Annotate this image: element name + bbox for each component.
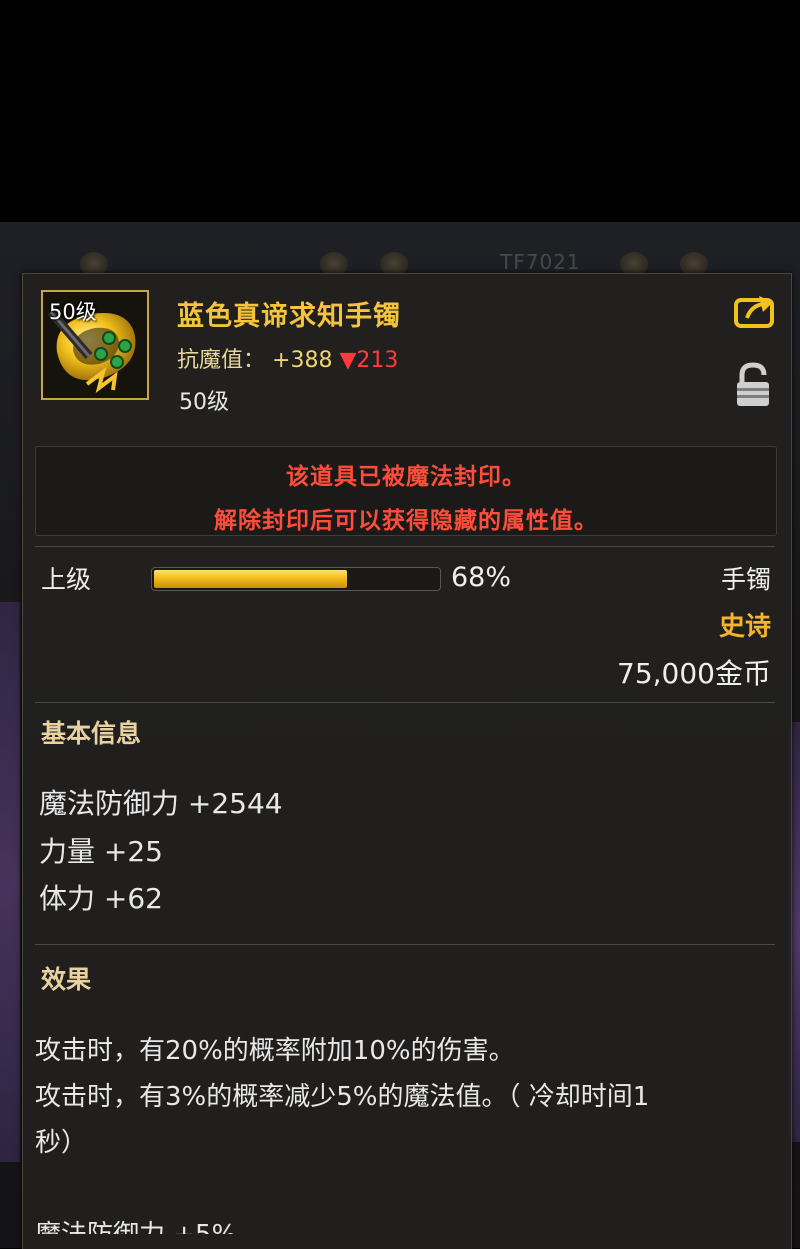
item-type: 手镯 xyxy=(720,565,771,594)
item-tooltip-panel: 50级 蓝色真谛求知手镯 抗魔值： +388 ▼213 50级 该道具已被魔法封… xyxy=(22,273,792,1249)
item-level-text: 50级 xyxy=(179,390,229,415)
basic-info-title: 基本信息 xyxy=(41,719,142,748)
grade-label: 上级 xyxy=(41,565,92,594)
effect-line-3: 秒） xyxy=(35,1128,88,1158)
lock-icon[interactable] xyxy=(733,362,773,408)
item-bracelet-icon[interactable]: 50级 xyxy=(41,290,149,400)
bg-glow-left xyxy=(0,602,20,1162)
item-rarity: 史诗 xyxy=(718,612,771,642)
divider xyxy=(35,702,775,703)
effect-line-2: 攻击时，有3%的概率减少5%的魔法值。（ 冷却时间1 xyxy=(35,1082,650,1112)
stat-strength: 力量 +25 xyxy=(39,835,163,868)
share-icon[interactable] xyxy=(733,292,777,332)
seal-line-1: 该道具已被魔法封印。 xyxy=(286,464,526,490)
resist-label: 抗魔值： xyxy=(177,348,266,373)
bg-hud-text: TF7021 xyxy=(500,250,581,274)
grade-percent: 68% xyxy=(451,562,512,593)
effect-cutoff-line: 魔法防御力 +5% xyxy=(35,1214,236,1234)
resist-line: 抗魔值： +388 ▼213 xyxy=(177,342,398,374)
stat-vitality: 体力 +62 xyxy=(39,882,163,915)
divider xyxy=(35,944,775,945)
stat-magic-defense: 魔法防御力 +2544 xyxy=(39,787,283,820)
resist-down-value: 213 xyxy=(356,348,399,373)
item-name: 蓝色真谛求知手镯 xyxy=(177,301,401,332)
seal-line-2: 解除封印后可以获得隐藏的属性值。 xyxy=(214,508,598,534)
top-black-area xyxy=(0,0,800,222)
seal-notice: 该道具已被魔法封印。 解除封印后可以获得隐藏的属性值。 xyxy=(35,446,777,536)
down-arrow-icon: ▼ xyxy=(339,348,357,373)
grade-progress-fill xyxy=(154,570,348,588)
resist-value: +388 xyxy=(272,348,333,373)
effects-title: 效果 xyxy=(41,965,92,994)
effect-line-1: 攻击时，有20%的概率附加10%的伤害。 xyxy=(35,1036,515,1066)
grade-progress-bar xyxy=(151,567,441,591)
item-level-badge: 50级 xyxy=(49,300,97,324)
divider xyxy=(35,546,775,547)
item-price: 75,000金币 xyxy=(617,657,771,690)
